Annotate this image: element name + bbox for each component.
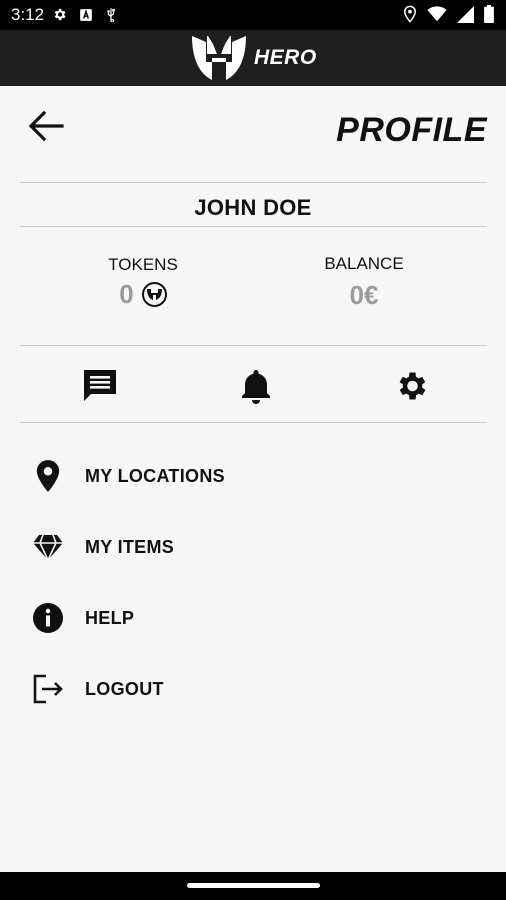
menu-label: LOGOUT bbox=[85, 678, 164, 699]
location-icon bbox=[403, 5, 417, 23]
balance-label: BALANCE bbox=[324, 254, 404, 273]
status-time: 3:12 bbox=[11, 5, 45, 24]
tokens-value-row: 0 bbox=[93, 279, 193, 310]
bell-icon bbox=[242, 370, 270, 404]
usb-icon bbox=[107, 8, 115, 22]
gear-icon bbox=[54, 8, 66, 21]
arrow-left-icon bbox=[28, 110, 64, 142]
logout-icon bbox=[28, 669, 68, 709]
system-nav-bar bbox=[0, 872, 506, 900]
notifications-button[interactable] bbox=[234, 364, 278, 408]
diamond-icon bbox=[28, 527, 68, 567]
status-left-icons bbox=[52, 7, 117, 22]
divider bbox=[20, 182, 487, 183]
status-right-icons bbox=[403, 5, 494, 23]
tokens-value: 0 bbox=[119, 279, 134, 309]
settings-icon bbox=[399, 372, 426, 400]
divider bbox=[20, 422, 487, 423]
divider bbox=[20, 345, 487, 346]
menu-item-my-locations[interactable]: MY LOCATIONS bbox=[28, 454, 488, 498]
menu-label: MY ITEMS bbox=[85, 536, 175, 557]
page-title: PROFILE bbox=[336, 111, 487, 149]
tokens-label: TOKENS bbox=[108, 255, 178, 274]
info-icon bbox=[28, 598, 68, 638]
settings-button[interactable] bbox=[389, 364, 433, 408]
balance-value: 0€ bbox=[349, 280, 379, 310]
chat-icon bbox=[84, 370, 116, 401]
wifi-icon bbox=[427, 6, 447, 22]
home-gesture-handle[interactable] bbox=[187, 883, 320, 888]
battery-icon bbox=[484, 5, 494, 23]
token-icon bbox=[141, 282, 167, 307]
menu-item-help[interactable]: HELP bbox=[28, 596, 488, 640]
back-button[interactable] bbox=[26, 108, 66, 144]
hero-logo: HERO bbox=[190, 34, 317, 82]
divider bbox=[20, 226, 487, 227]
menu-item-logout[interactable]: LOGOUT bbox=[28, 667, 488, 711]
location-pin-icon bbox=[28, 456, 68, 496]
signal-icon bbox=[457, 5, 474, 23]
balance-value-row: 0€ bbox=[308, 280, 420, 311]
messages-button[interactable] bbox=[78, 364, 122, 408]
status-bar: 3:12 bbox=[0, 0, 506, 30]
balance-stat: BALANCE 0€ bbox=[308, 254, 420, 311]
menu-label: MY LOCATIONS bbox=[85, 465, 225, 486]
menu-label: HELP bbox=[85, 607, 135, 628]
user-name: JOHN DOE bbox=[194, 195, 312, 220]
menu-item-my-items[interactable]: MY ITEMS bbox=[28, 525, 488, 569]
logo-text: HERO bbox=[254, 46, 317, 69]
app-bar: HERO bbox=[0, 30, 506, 86]
hero-logo-mark bbox=[192, 36, 246, 80]
tokens-stat: TOKENS 0 bbox=[93, 255, 193, 310]
a-notification-icon bbox=[80, 8, 92, 21]
